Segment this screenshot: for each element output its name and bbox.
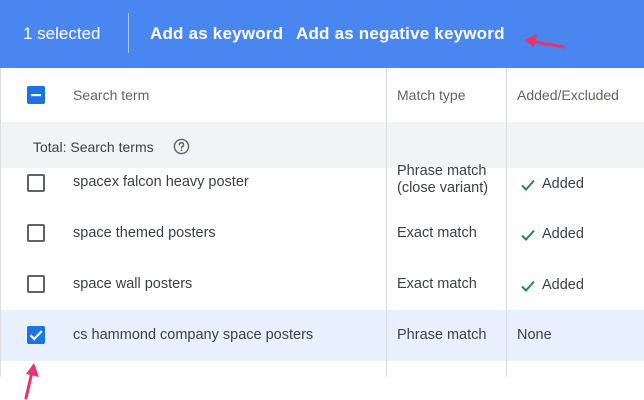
- table-row[interactable]: space themed posters Exact match Added: [1, 208, 644, 260]
- action-bar: 1 selected Add as keyword Add as negativ…: [0, 0, 644, 68]
- status-text: Added: [542, 277, 584, 293]
- total-label: Total: Search terms: [33, 139, 154, 155]
- status-text: Added: [542, 226, 584, 242]
- column-header-search-term[interactable]: Search term: [73, 87, 149, 103]
- checkmark-icon: [521, 179, 535, 191]
- row-checkbox[interactable]: [27, 224, 45, 242]
- table-row[interactable]: spacex falcon heavy poster Phrase match …: [1, 163, 644, 209]
- add-as-negative-keyword-button[interactable]: Add as negative keyword: [296, 23, 505, 45]
- search-term-text: spacex falcon heavy poster: [73, 174, 249, 190]
- search-term-text: space themed posters: [73, 225, 216, 241]
- search-term-text: space wall posters: [73, 276, 193, 292]
- table-row[interactable]: space wall posters Exact match Added: [1, 259, 644, 311]
- column-header-match-type[interactable]: Match type: [397, 87, 465, 103]
- column-header-added-excluded[interactable]: Added/Excluded: [517, 87, 619, 103]
- select-all-checkbox[interactable]: [27, 86, 45, 104]
- status-text: Added: [542, 176, 584, 192]
- selected-count: 1 selected: [23, 24, 101, 43]
- match-type-text: Phrase match (close variant): [397, 163, 489, 196]
- checkmark-icon: [521, 229, 535, 241]
- status-text: None: [517, 327, 552, 343]
- row-checkbox[interactable]: [27, 174, 45, 192]
- checkmark-icon: [521, 280, 535, 292]
- search-terms-table: Search term Match type Added/Excluded To…: [0, 68, 644, 377]
- indeterminate-checkbox-icon: [31, 94, 41, 97]
- add-as-keyword-button[interactable]: Add as keyword: [150, 23, 283, 45]
- annotation-arrow-icon: [524, 34, 566, 49]
- annotation-arrow-icon: [24, 363, 39, 400]
- row-checkbox-checked[interactable]: [27, 326, 45, 344]
- search-term-text: cs hammond company space posters: [73, 327, 314, 343]
- match-type-text: Exact match: [397, 276, 477, 292]
- match-type-text: Phrase match: [397, 327, 487, 343]
- help-circle-icon[interactable]: [173, 138, 190, 155]
- table-header-row: Search term Match type Added/Excluded: [1, 68, 644, 123]
- match-type-text: Exact match: [397, 225, 477, 241]
- check-icon: [29, 330, 43, 341]
- table-row[interactable]: [1, 361, 644, 377]
- row-checkbox[interactable]: [27, 275, 45, 293]
- action-bar-divider: [128, 13, 129, 53]
- table-row-selected[interactable]: cs hammond company space posters Phrase …: [1, 310, 644, 362]
